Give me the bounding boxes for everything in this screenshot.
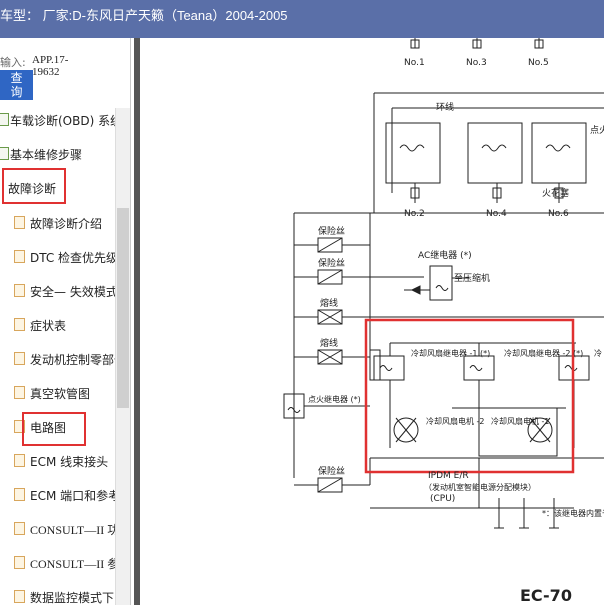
book-icon xyxy=(0,113,9,126)
fan-motor-1-label: 冷却风扇电机 -1 xyxy=(491,416,550,426)
document-icon xyxy=(14,250,25,263)
page-edge xyxy=(134,38,140,605)
ac-relay-label: AC继电器 (*) xyxy=(418,249,472,261)
title-bar: 车型： 厂家:D-东风日产天籁（Teana）2004-2005 xyxy=(0,0,604,38)
book-icon xyxy=(0,147,9,160)
document-icon xyxy=(14,318,25,331)
fusible-link-label: 熔线 xyxy=(320,297,338,309)
coil-label: No.6 xyxy=(548,209,569,219)
highlight-box xyxy=(2,168,66,204)
ipdm-description: （发动机室智能电源分配模块） xyxy=(424,482,536,492)
sidebar-scrollbar[interactable] xyxy=(115,108,130,605)
coil-label: No.4 xyxy=(486,209,507,219)
document-icon xyxy=(14,556,25,569)
document-icon xyxy=(14,284,25,297)
ignition-relay-label: 点火继电器 (*) xyxy=(308,394,361,404)
document-icon xyxy=(14,522,25,535)
fan-relay-3-label: 冷 xyxy=(594,348,602,358)
ipdm-label: IPDM E/R xyxy=(428,471,469,481)
scrollbar-thumb[interactable] xyxy=(117,208,129,408)
fan-motor-2-label: 冷却风扇电机 -2 xyxy=(426,416,485,426)
footnote: *：该继电器内置于（发动机室智能...） xyxy=(542,508,604,518)
search-area: 输入: APP.17-19632 查 询 xyxy=(0,38,130,102)
highlight-box xyxy=(22,412,86,446)
document-icon xyxy=(14,590,25,603)
fuse-label: 保险丝 xyxy=(318,257,345,269)
wiring-diagram: No.1 No.3 No.5 No.2 No.4 No.6 环线 点火线圈（带功… xyxy=(283,38,604,605)
coil-label: No.3 xyxy=(466,58,487,68)
compressor-label: 至压缩机 xyxy=(454,272,490,284)
document-icon xyxy=(14,216,25,229)
document-icon xyxy=(14,454,25,467)
app-id: APP.17-19632 xyxy=(32,54,69,78)
coil-label: No.5 xyxy=(528,58,549,68)
document-icon xyxy=(14,386,25,399)
coil-label: No.1 xyxy=(404,58,425,68)
fan-relay-2-label: 冷却风扇继电器 -2 (*) xyxy=(504,348,583,358)
fuse-label: 保险丝 xyxy=(318,225,345,237)
window-title: 车型： 厂家:D-东风日产天籁（Teana）2004-2005 xyxy=(0,8,288,23)
document-icon xyxy=(14,488,25,501)
ring-line-label: 环线 xyxy=(436,101,454,113)
fan-relay-1-label: 冷却风扇继电器 -1 (*) xyxy=(411,348,490,358)
sidebar: 输入: APP.17-19632 查 询 车载诊断(OBD) 系统 基本维修步骤… xyxy=(0,38,131,605)
search-label: 输入: xyxy=(0,56,26,69)
page-number: EC-70 xyxy=(520,586,572,605)
query-button[interactable]: 查 询 xyxy=(0,70,33,100)
spark-plug-label: 火花塞 xyxy=(542,187,569,199)
ignition-coil-label: 点火线圈（带功率晶体管） xyxy=(590,124,604,136)
fusible-link-label: 熔线 xyxy=(320,337,338,349)
coil-label: No.2 xyxy=(404,209,425,219)
document-icon xyxy=(14,352,25,365)
fuse-label: 保险丝 xyxy=(318,465,345,477)
wiring-diagram-view: No.1 No.3 No.5 No.2 No.4 No.6 环线 点火线圈（带功… xyxy=(134,38,604,605)
cpu-label: (CPU) xyxy=(430,494,455,504)
